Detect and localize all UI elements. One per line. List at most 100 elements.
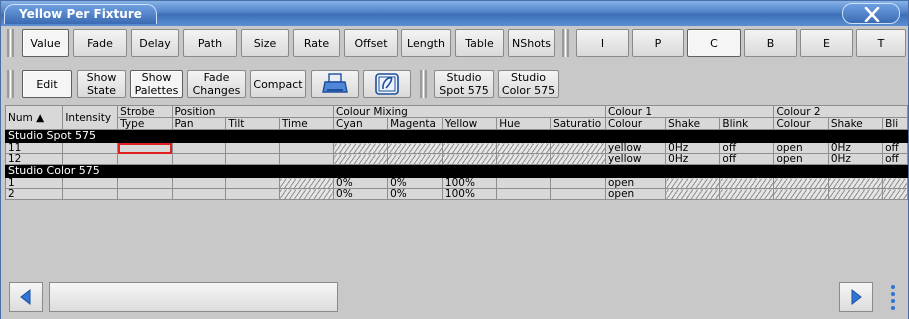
- studio-spot-575-button[interactable]: Studio Spot 575: [434, 70, 494, 98]
- cell-colour-2[interactable]: open: [773, 153, 829, 165]
- column-header-yellow[interactable]: Yellow: [441, 117, 498, 130]
- cell-time[interactable]: [278, 142, 335, 154]
- cell-strobe-type[interactable]: [117, 188, 173, 200]
- offset-button[interactable]: Offset: [344, 29, 398, 57]
- cell-strobe-type[interactable]: [117, 153, 173, 165]
- column-header-colour-2[interactable]: Colour: [773, 117, 829, 130]
- column-header-intensity[interactable]: Intensity: [62, 105, 119, 130]
- studio-color-575-button[interactable]: Studio Color 575: [498, 70, 559, 98]
- cell-num[interactable]: 2: [5, 188, 64, 200]
- toolbar-grip[interactable]: [7, 70, 14, 98]
- cell-tilt[interactable]: [225, 142, 280, 154]
- show-state-button[interactable]: Show State: [77, 70, 126, 98]
- cell-shake-2[interactable]: 0Hz: [827, 142, 884, 154]
- column-header-pan[interactable]: Pan: [171, 117, 227, 130]
- column-header-blink-1[interactable]: Blink: [719, 117, 775, 130]
- feature-t-button[interactable]: T: [856, 29, 906, 57]
- column-header-shake-1[interactable]: Shake: [665, 117, 721, 130]
- column-header-tilt[interactable]: Tilt: [225, 117, 280, 130]
- cell-colour-2[interactable]: open: [773, 142, 829, 154]
- cell-pan[interactable]: [171, 142, 227, 154]
- cell-intensity[interactable]: [62, 153, 119, 165]
- cell-intensity[interactable]: [62, 177, 119, 189]
- cell-intensity[interactable]: [62, 142, 119, 154]
- cell-blink-2[interactable]: off: [882, 142, 908, 154]
- cell-intensity[interactable]: [62, 188, 119, 200]
- column-header-magenta[interactable]: Magenta: [387, 117, 443, 130]
- cell-shake-1[interactable]: 0Hz: [665, 142, 721, 154]
- cell-yellow[interactable]: 100%: [441, 177, 498, 189]
- column-header-colour-1[interactable]: Colour: [604, 117, 667, 130]
- cell-colour-1[interactable]: open: [604, 177, 667, 189]
- cell-yellow[interactable]: 100%: [441, 188, 498, 200]
- fixture-grid[interactable]: Num ▲ Intensity Strobe Position Colour M…: [5, 105, 908, 275]
- scroll-right-button[interactable]: [839, 282, 873, 312]
- cell-hue[interactable]: [496, 177, 552, 189]
- cell-shake-2[interactable]: 0Hz: [827, 153, 884, 165]
- column-header-saturation[interactable]: Saturatio: [550, 117, 606, 130]
- column-header-cyan[interactable]: Cyan: [333, 117, 389, 130]
- cell-strobe-type-selected[interactable]: [117, 142, 173, 154]
- table-row[interactable]: 2 0% 0% 100% open: [5, 188, 908, 200]
- scroll-left-button[interactable]: [9, 282, 43, 312]
- nshots-button[interactable]: NShots: [508, 29, 555, 57]
- palette-button[interactable]: [363, 70, 411, 98]
- table-button[interactable]: Table: [455, 29, 504, 57]
- delay-button[interactable]: Delay: [131, 29, 179, 57]
- value-button[interactable]: Value: [22, 29, 69, 57]
- cell-pan[interactable]: [171, 188, 227, 200]
- cell-blink-1[interactable]: off: [719, 153, 775, 165]
- cell-num[interactable]: 12: [5, 153, 64, 165]
- scroll-thumb[interactable]: [49, 282, 338, 312]
- cell-saturation[interactable]: [550, 177, 606, 189]
- column-header-time[interactable]: Time: [278, 117, 335, 130]
- cell-shake-1[interactable]: 0Hz: [665, 153, 721, 165]
- column-header-type[interactable]: Type: [117, 117, 173, 130]
- cell-strobe-type[interactable]: [117, 177, 173, 189]
- feature-e-button[interactable]: E: [800, 29, 853, 57]
- compact-button[interactable]: Compact: [250, 70, 306, 98]
- column-header-num[interactable]: Num ▲: [5, 105, 64, 130]
- show-palettes-button[interactable]: Show Palettes: [130, 70, 183, 98]
- toolbar-grip[interactable]: [562, 29, 569, 57]
- cell-colour-1[interactable]: yellow: [604, 142, 667, 154]
- cell-tilt[interactable]: [225, 153, 280, 165]
- cell-pan[interactable]: [171, 177, 227, 189]
- toolbar-grip[interactable]: [420, 70, 427, 98]
- toolbar-grip[interactable]: [7, 29, 14, 57]
- edit-button[interactable]: Edit: [22, 70, 72, 98]
- fade-changes-button[interactable]: Fade Changes: [187, 70, 246, 98]
- column-header-blink-2[interactable]: Bli: [882, 117, 908, 130]
- length-button[interactable]: Length: [401, 29, 451, 57]
- column-header-shake-2[interactable]: Shake: [827, 117, 884, 130]
- cell-tilt[interactable]: [225, 177, 280, 189]
- cell-pan[interactable]: [171, 153, 227, 165]
- cell-num[interactable]: 1: [5, 177, 64, 189]
- size-button[interactable]: Size: [241, 29, 289, 57]
- feature-c-button[interactable]: C: [687, 29, 741, 57]
- cell-magenta[interactable]: 0%: [387, 188, 443, 200]
- cell-colour-1[interactable]: open: [604, 188, 667, 200]
- feature-i-button[interactable]: I: [576, 29, 629, 57]
- cell-cyan[interactable]: 0%: [333, 177, 389, 189]
- more-vertical-icon[interactable]: [887, 283, 899, 313]
- cell-hue[interactable]: [496, 188, 552, 200]
- cell-cyan[interactable]: 0%: [333, 188, 389, 200]
- table-row[interactable]: 11 yellow 0Hz off open 0Hz off: [5, 142, 908, 154]
- window-title[interactable]: Yellow Per Fixture: [4, 4, 157, 24]
- cell-saturation[interactable]: [550, 188, 606, 200]
- cell-num[interactable]: 11: [5, 142, 64, 154]
- rate-button[interactable]: Rate: [293, 29, 340, 57]
- column-header-hue[interactable]: Hue: [496, 117, 552, 130]
- feature-p-button[interactable]: P: [632, 29, 684, 57]
- cell-tilt[interactable]: [225, 188, 280, 200]
- feature-b-button[interactable]: B: [744, 29, 797, 57]
- cell-blink-2[interactable]: off: [882, 153, 908, 165]
- path-button[interactable]: Path: [183, 29, 237, 57]
- table-row[interactable]: 1 0% 0% 100% open: [5, 177, 908, 189]
- cell-colour-1[interactable]: yellow: [604, 153, 667, 165]
- fade-button[interactable]: Fade: [73, 29, 127, 57]
- cell-time[interactable]: [278, 153, 335, 165]
- close-button[interactable]: [842, 3, 900, 24]
- table-row[interactable]: 12 yellow 0Hz off open 0Hz off: [5, 153, 908, 165]
